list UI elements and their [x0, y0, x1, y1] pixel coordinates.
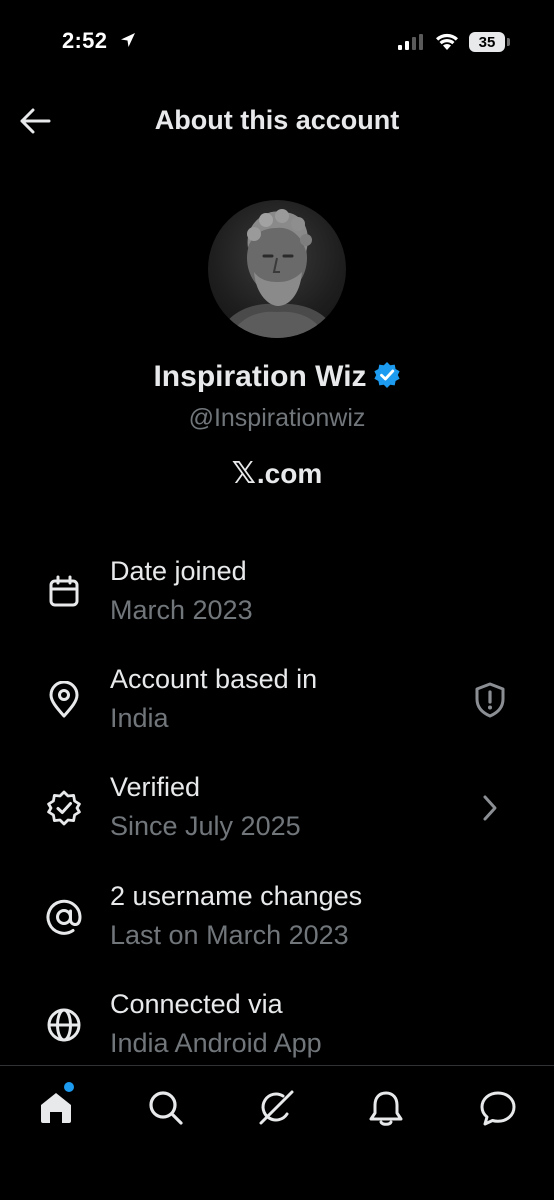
profile-name-row: Inspiration Wiz — [0, 360, 554, 394]
profile-name: Inspiration Wiz — [153, 360, 367, 393]
chevron-right-icon[interactable] — [470, 788, 510, 828]
row-title: Connected via — [110, 989, 283, 1019]
search-icon — [146, 1088, 186, 1133]
nav-home[interactable] — [34, 1088, 78, 1132]
notification-dot — [64, 1082, 74, 1092]
row-account-based-in: Account based in India — [0, 660, 554, 760]
shield-alert-icon[interactable] — [470, 680, 510, 720]
row-subtitle: Since July 2025 — [110, 811, 301, 841]
wifi-icon — [434, 31, 460, 56]
row-subtitle: Last on March 2023 — [110, 920, 349, 950]
nav-search[interactable] — [144, 1088, 188, 1132]
nav-messages[interactable] — [476, 1088, 520, 1132]
avatar[interactable] — [208, 200, 346, 338]
account-domain: 𝕏 .com — [0, 456, 554, 491]
status-bar: 2:52 35 — [0, 0, 554, 84]
nav-notifications[interactable] — [364, 1088, 408, 1132]
row-date-joined: Date joined March 2023 — [0, 552, 554, 652]
row-title: Verified — [110, 772, 201, 802]
status-time: 2:52 — [62, 28, 108, 53]
battery-icon: 35 — [469, 32, 505, 52]
row-title: Account based in — [110, 664, 318, 694]
row-username-changes: 2 username changes Last on March 2023 — [0, 877, 554, 977]
signal-icon — [398, 34, 424, 55]
grok-icon — [254, 1086, 298, 1135]
globe-icon — [44, 1005, 84, 1045]
domain-text: .com — [256, 457, 323, 489]
nav-grok[interactable] — [254, 1088, 298, 1132]
notifications-icon — [366, 1088, 406, 1133]
at-sign-icon — [44, 897, 84, 937]
verified-outline-icon — [44, 788, 84, 828]
row-title: 2 username changes — [110, 881, 363, 911]
row-title: Date joined — [110, 556, 247, 586]
row-subtitle: India — [110, 703, 169, 733]
row-verified[interactable]: Verified Since July 2025 — [0, 768, 554, 868]
location-arrow-icon — [119, 31, 137, 54]
profile-handle: @Inspirationwiz — [188, 404, 366, 432]
calendar-icon — [44, 572, 84, 612]
row-subtitle: India Android App — [110, 1028, 322, 1058]
location-pin-icon — [44, 680, 84, 720]
battery-tip — [507, 38, 510, 46]
bottom-nav — [0, 1065, 554, 1200]
row-subtitle: March 2023 — [110, 595, 253, 625]
home-icon — [36, 1088, 76, 1133]
x-logo-icon: 𝕏 — [231, 457, 256, 490]
messages-icon — [478, 1088, 518, 1133]
verified-badge-icon — [373, 361, 401, 394]
page-title: About this account — [154, 105, 400, 135]
